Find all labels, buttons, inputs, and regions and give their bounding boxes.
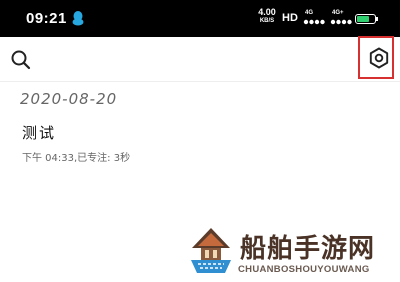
top-toolbar	[0, 37, 400, 81]
status-time: 09:21	[26, 10, 67, 27]
signal-sim1: 4G	[303, 10, 331, 26]
signal-sim1-icon	[303, 19, 325, 25]
search-icon[interactable]	[10, 49, 32, 71]
note-meta: 下午 04:33,已专注: 3秒	[22, 153, 131, 164]
watermark-pinyin: CHUANBOSHOUYOUWANG	[238, 264, 370, 275]
watermark-name: 船舶手游网	[240, 234, 376, 264]
status-bar: 09:21 4.00 KB/S HD 4G 4G+	[0, 0, 400, 37]
signal-sim2: 4G+	[330, 10, 358, 26]
note-title: 测试	[22, 124, 57, 142]
signal-sim2-label: 4G+	[332, 10, 344, 16]
toolbar-divider	[0, 81, 400, 82]
boat-logo-icon	[188, 226, 234, 278]
qq-icon	[72, 11, 84, 26]
signal-sim1-label: 4G	[305, 10, 314, 16]
settings-highlight-box	[358, 36, 394, 79]
network-speed-unit: KB/S	[259, 18, 275, 24]
battery-level	[357, 16, 369, 22]
battery-icon	[355, 14, 376, 24]
network-speed: 4.00 KB/S	[256, 8, 278, 26]
watermark: 船舶手游网 CHUANBOSHOUYOUWANG	[186, 224, 396, 282]
network-speed-value: 4.00	[258, 7, 276, 17]
battery-tip	[376, 17, 378, 21]
signal-sim2-icon	[330, 19, 352, 25]
hd-voice-label: HD	[282, 12, 298, 24]
date-group-header: 2020-08-20	[20, 90, 118, 108]
